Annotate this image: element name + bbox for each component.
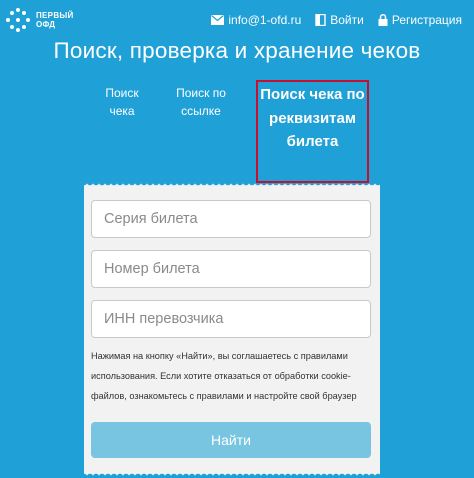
envelope-icon	[211, 15, 225, 25]
tab-link-search[interactable]: Поиск по ссылке	[170, 84, 232, 120]
logo-line-2: ОФД	[36, 20, 56, 29]
register-text: Регистрация	[391, 13, 462, 27]
tab-ticket-details-search[interactable]: Поиск чека по реквизитам билета	[256, 80, 369, 183]
page-title: Поиск, проверка и хранение чеков	[53, 38, 421, 63]
logo-line-1: ПЕРВЫЙ	[36, 11, 74, 20]
page: ПЕРВЫЙ ОФД info@1-ofd.ru Войти Регистрац	[0, 0, 474, 478]
tab-check-search[interactable]: Поиск чека	[96, 84, 148, 120]
find-button[interactable]: Найти	[91, 422, 371, 458]
lock-icon	[378, 14, 388, 26]
email-text: info@1-ofd.ru	[228, 13, 302, 27]
logo-text: ПЕРВЫЙ ОФД	[36, 11, 74, 29]
carrier-inn-input[interactable]	[91, 300, 371, 338]
ticket-series-input[interactable]	[91, 200, 371, 238]
register-link[interactable]: Регистрация	[378, 13, 462, 27]
logo-dots-icon	[6, 8, 30, 32]
email-link[interactable]: info@1-ofd.ru	[211, 13, 301, 27]
login-icon	[315, 14, 326, 26]
login-text: Войти	[330, 13, 364, 27]
search-form-card: Нажимая на кнопку «Найти», вы соглашаете…	[84, 182, 380, 477]
ticket-number-input[interactable]	[91, 250, 371, 288]
logo[interactable]: ПЕРВЫЙ ОФД	[6, 8, 74, 32]
login-link[interactable]: Войти	[315, 13, 364, 27]
top-nav: info@1-ofd.ru Войти Регистрация	[211, 13, 462, 27]
consent-text: Нажимая на кнопку «Найти», вы соглашаете…	[91, 351, 357, 401]
